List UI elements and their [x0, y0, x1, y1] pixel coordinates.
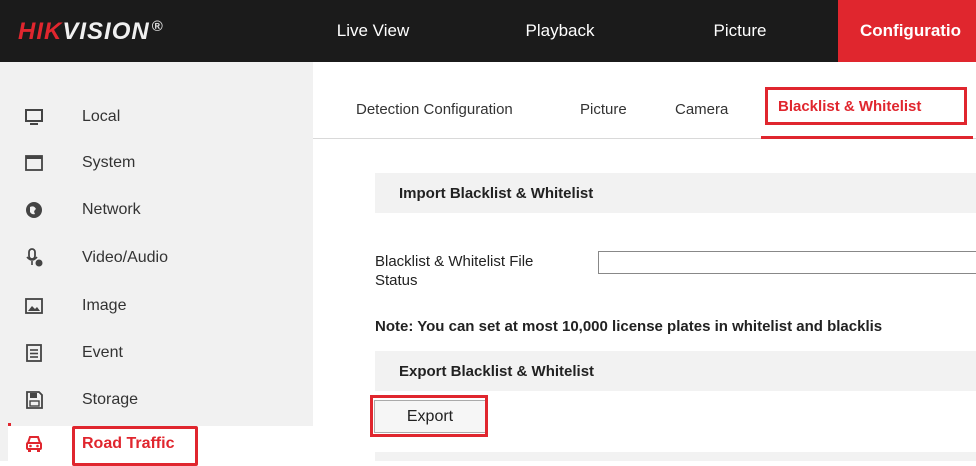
sidebar-item-system[interactable]: System [0, 143, 313, 183]
note-text: Note: You can set at most 10,000 license… [375, 318, 883, 335]
nav-picture[interactable]: Picture [685, 0, 795, 62]
tab-active-underline [761, 136, 973, 139]
microphone-icon [24, 248, 44, 268]
top-navigation-bar: HIKVISION ® Live View Playback Picture Co… [0, 0, 976, 62]
sidebar-item-network[interactable]: Network [0, 190, 313, 230]
globe-icon [24, 200, 44, 220]
export-highlight-box [370, 395, 488, 437]
tab-highlight-box [765, 87, 967, 125]
disk-icon [24, 390, 44, 410]
nav-playback[interactable]: Playback [505, 0, 615, 62]
sidebar-item-local[interactable]: Local [0, 97, 313, 137]
list-icon [24, 343, 44, 363]
sidebar-item-event[interactable]: Event [0, 333, 313, 373]
status-label: Status [375, 272, 418, 289]
export-section-header: Export Blacklist & Whitelist [375, 351, 976, 391]
tab-detection-configuration[interactable]: Detection Configuration [356, 101, 513, 118]
tab-camera[interactable]: Camera [675, 101, 728, 118]
monitor-icon [24, 107, 44, 127]
import-section-header: Import Blacklist & Whitelist [375, 173, 976, 213]
road-traffic-highlight-box [72, 426, 198, 466]
sidebar-item-video-audio[interactable]: Video/Audio [0, 238, 313, 278]
image-icon [24, 296, 44, 316]
car-icon [24, 434, 44, 454]
next-section-header [375, 452, 976, 461]
nav-configuration[interactable]: Configuratio [838, 0, 976, 62]
file-label: Blacklist & Whitelist File [375, 253, 534, 270]
sidebar-item-image[interactable]: Image [0, 286, 313, 326]
hikvision-logo: HIKVISION ® [18, 18, 164, 45]
tab-picture[interactable]: Picture [580, 101, 627, 118]
nav-live-view[interactable]: Live View [318, 0, 428, 62]
window-icon [24, 153, 44, 173]
sidebar-item-storage[interactable]: Storage [0, 380, 313, 420]
file-path-input[interactable] [598, 251, 976, 274]
